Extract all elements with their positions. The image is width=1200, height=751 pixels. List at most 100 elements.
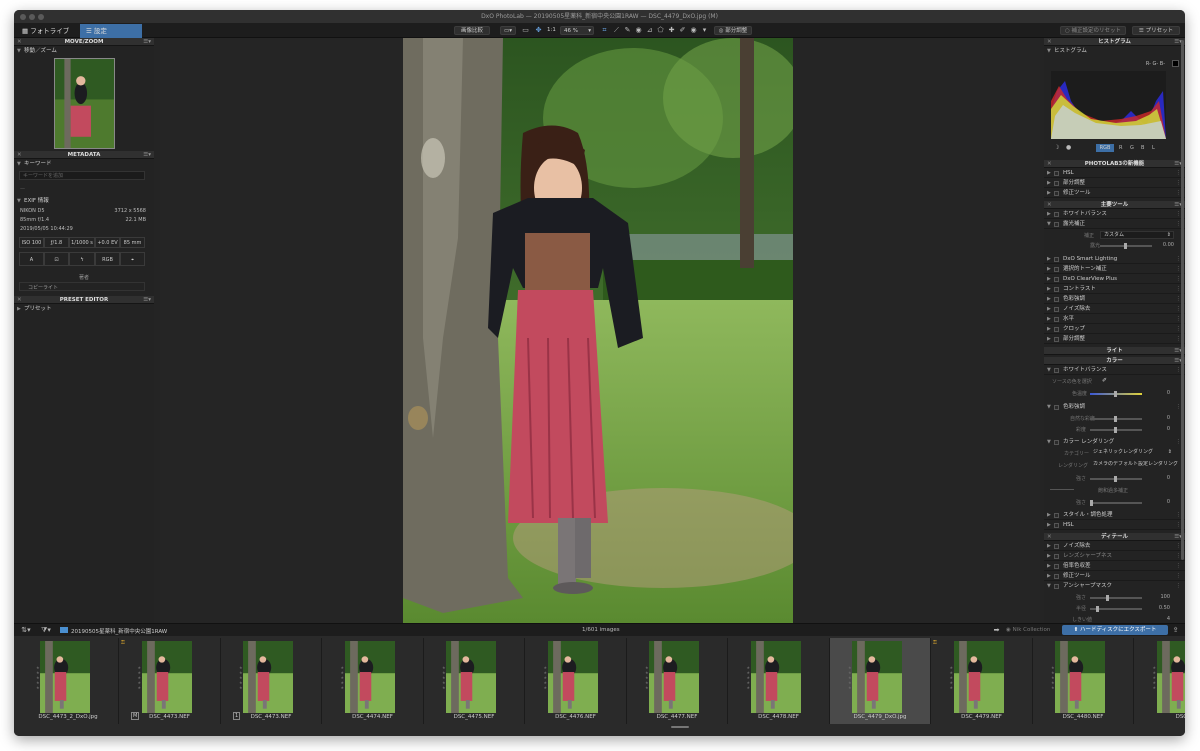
tool-horizon[interactable]: ▶ 水平 ⋮ bbox=[1044, 315, 1185, 324]
main-photo[interactable] bbox=[403, 38, 793, 623]
horizon-tool-icon[interactable]: ⟋ bbox=[612, 26, 621, 35]
keywords-section[interactable]: ▼ キーワード bbox=[14, 160, 154, 169]
enable-checkbox[interactable] bbox=[1054, 267, 1059, 272]
protect-slider[interactable] bbox=[1090, 500, 1142, 506]
move-tool-icon[interactable]: ✥ bbox=[534, 26, 543, 35]
essential-tools-header[interactable]: ✕ 主要ツール ☰▾ bbox=[1044, 201, 1185, 209]
panel-menu-icon[interactable]: ☰▾ bbox=[143, 151, 151, 159]
rating-stars[interactable]: ★ ★ ★ ★ ★ bbox=[341, 665, 345, 690]
perspective-icon[interactable]: ⊿ bbox=[645, 26, 654, 35]
sort-icon[interactable]: ⇅▾ bbox=[18, 626, 34, 635]
slider-handle[interactable] bbox=[1096, 606, 1099, 612]
view-mode-dropdown[interactable]: ▭▾ bbox=[500, 26, 516, 35]
temperature-value[interactable]: 0 bbox=[1150, 390, 1170, 396]
category-select[interactable]: ジェネリックレンダリング ⇕ bbox=[1090, 449, 1174, 457]
compare-button[interactable]: 画像比較 bbox=[454, 26, 490, 35]
close-icon[interactable]: ✕ bbox=[17, 296, 22, 304]
preset-item[interactable]: ▶ プリセット bbox=[14, 305, 154, 314]
local-adjustments-button[interactable]: ◎ 部分調整 bbox=[714, 26, 752, 35]
tool-style-toning[interactable]: ▶ スタイル・調色処理 ⋮ bbox=[1044, 511, 1185, 520]
tool-local-adjust-2[interactable]: ▶ 部分調整 ⋮ bbox=[1044, 335, 1185, 344]
intensity-value[interactable]: 0 bbox=[1150, 475, 1170, 481]
panel-menu-icon[interactable]: ☰▾ bbox=[143, 296, 151, 304]
slider-handle[interactable] bbox=[1114, 391, 1117, 397]
tool-color-hsl[interactable]: ▶ HSL ⋮ bbox=[1044, 521, 1185, 530]
tool-exposure[interactable]: ▼ 露光補正 ⋮ bbox=[1044, 220, 1185, 229]
filmstrip-thumbnail[interactable]: ★ ★ ★ ★ ★ DSC_4477.NEF bbox=[627, 638, 728, 724]
tool-noise[interactable]: ▶ ノイズ除去 ⋮ bbox=[1044, 305, 1185, 314]
filmstrip-thumbnail[interactable]: ★ ★ ★ ★ ★ DSC_4479.NEF bbox=[932, 638, 1033, 724]
intensity-slider[interactable] bbox=[1090, 476, 1142, 482]
tool-chromatic-aberration[interactable]: ▶ 倍率色収差 ⋮ bbox=[1044, 562, 1185, 571]
tool-crop[interactable]: ▶ クロップ ⋮ bbox=[1044, 325, 1185, 334]
more-icon[interactable]: ⋮ bbox=[1176, 572, 1182, 580]
hist-tab-rgb[interactable]: RGB bbox=[1096, 144, 1114, 152]
eyedropper-icon[interactable]: ✎ bbox=[623, 26, 632, 35]
histogram-header[interactable]: ✕ ヒストグラム ☰▾ bbox=[1044, 38, 1185, 46]
more-tools-icon[interactable]: ▾ bbox=[700, 26, 709, 35]
filter-icon[interactable]: ⧩▾ bbox=[38, 626, 54, 635]
tool-selective-tone[interactable]: ▶ 選択的トーン補正 ⋮ bbox=[1044, 265, 1185, 274]
filmstrip-thumbnail[interactable]: ★ ★ ★ ★ ★ DSC_4478.NEF bbox=[729, 638, 830, 724]
reset-corrections-button[interactable]: ○ 補正設定のリセット bbox=[1060, 26, 1126, 35]
move-zoom-section[interactable]: ▼ 移動／ズーム bbox=[14, 47, 154, 56]
enable-checkbox[interactable] bbox=[1054, 584, 1059, 589]
tab-customize[interactable]: ☰ 設定 bbox=[80, 24, 142, 38]
temperature-slider[interactable] bbox=[1090, 391, 1142, 397]
preset-editor-header[interactable]: ✕ PRESET EDITOR ☰▾ bbox=[14, 296, 154, 304]
right-panel-scrollbar[interactable] bbox=[1181, 40, 1184, 560]
enable-checkbox[interactable] bbox=[1054, 191, 1059, 196]
enable-checkbox[interactable] bbox=[1054, 513, 1059, 518]
rating-stars[interactable]: ★ ★ ★ ★ ★ bbox=[1051, 665, 1055, 690]
enable-checkbox[interactable] bbox=[1054, 181, 1059, 186]
color-header[interactable]: カラー ☰▾ bbox=[1044, 357, 1185, 365]
protect-value[interactable]: 0 bbox=[1150, 499, 1170, 505]
move-zoom-header[interactable]: ✕ MOVE/ZOOM ☰▾ bbox=[14, 38, 154, 46]
slider-handle[interactable] bbox=[1090, 500, 1093, 506]
nik-collection-button[interactable]: ◉ Nik Collection bbox=[1006, 627, 1050, 633]
minimize-window-button[interactable] bbox=[29, 14, 35, 20]
enable-checkbox[interactable] bbox=[1054, 212, 1059, 217]
usm-radius-slider[interactable] bbox=[1090, 606, 1142, 612]
tool-lens-sharpness[interactable]: ▶ レンズシャープネス ⋮ bbox=[1044, 552, 1185, 561]
tool-color-wb[interactable]: ▼ ホワイトバランス ⋮ bbox=[1044, 366, 1185, 375]
tool-local-adjust[interactable]: ▶ 部分調整 ⋮ bbox=[1044, 179, 1185, 188]
enable-checkbox[interactable] bbox=[1054, 405, 1059, 410]
filmstrip-thumbnail[interactable]: ★★★★★ DSC_4 bbox=[1135, 638, 1185, 724]
usm-intensity-slider[interactable] bbox=[1090, 595, 1142, 601]
enable-checkbox[interactable] bbox=[1054, 287, 1059, 292]
filmstrip-thumbnail[interactable]: ★ ★ ★ ★ ★ DSC_4479_DxO.jpg bbox=[830, 638, 931, 724]
zoom-window-button[interactable] bbox=[38, 14, 44, 20]
enable-checkbox[interactable] bbox=[1054, 564, 1059, 569]
exif-section[interactable]: ▼ EXIF 情報 bbox=[14, 197, 154, 206]
tool-white-balance[interactable]: ▶ ホワイトバランス ⋮ bbox=[1044, 210, 1185, 219]
zoom-level-select[interactable]: 46 % ▾ bbox=[560, 26, 594, 35]
filmstrip-thumbnail[interactable]: ★ ★ ★ ★ ★ DSC_4476.NEF bbox=[526, 638, 627, 724]
enable-checkbox[interactable] bbox=[1054, 523, 1059, 528]
enable-checkbox[interactable] bbox=[1054, 368, 1059, 373]
close-window-button[interactable] bbox=[20, 14, 26, 20]
tool-hsl[interactable]: ▶ HSL ⋮ bbox=[1044, 169, 1185, 178]
close-icon[interactable]: ✕ bbox=[1047, 38, 1052, 46]
enable-checkbox[interactable] bbox=[1054, 222, 1059, 227]
filmstrip-thumbnail[interactable]: ★ ★ ★ ★ ★ DSC_4474.NEF bbox=[323, 638, 424, 724]
enable-checkbox[interactable] bbox=[1054, 277, 1059, 282]
metadata-header[interactable]: ✕ METADATA ☰▾ bbox=[14, 151, 154, 159]
exposure-slider[interactable] bbox=[1100, 243, 1152, 249]
enable-checkbox[interactable] bbox=[1054, 554, 1059, 559]
preset-button[interactable]: ☰ プリセット bbox=[1132, 26, 1180, 35]
vibrance-slider[interactable] bbox=[1090, 416, 1142, 422]
red-eye-icon[interactable]: ◉ bbox=[634, 26, 643, 35]
enable-checkbox[interactable] bbox=[1054, 544, 1059, 549]
volume-deform-icon[interactable]: ⬠ bbox=[656, 26, 665, 35]
rating-stars[interactable]: ★ ★ ★ ★ ★ bbox=[950, 665, 954, 690]
close-icon[interactable]: ✕ bbox=[17, 151, 22, 159]
shadow-clip-icon[interactable]: ☽ bbox=[1054, 144, 1059, 151]
slider-handle[interactable] bbox=[1114, 476, 1117, 482]
rating-stars[interactable]: ★ ★ ★ ★ ★ bbox=[848, 665, 852, 690]
fit-screen-icon[interactable]: ▭ bbox=[521, 26, 530, 35]
close-icon[interactable]: ✕ bbox=[1047, 160, 1052, 168]
detail-header[interactable]: ✕ ディテール ☰▾ bbox=[1044, 533, 1185, 541]
close-icon[interactable]: ✕ bbox=[1047, 533, 1052, 541]
slider-handle[interactable] bbox=[1114, 427, 1117, 433]
